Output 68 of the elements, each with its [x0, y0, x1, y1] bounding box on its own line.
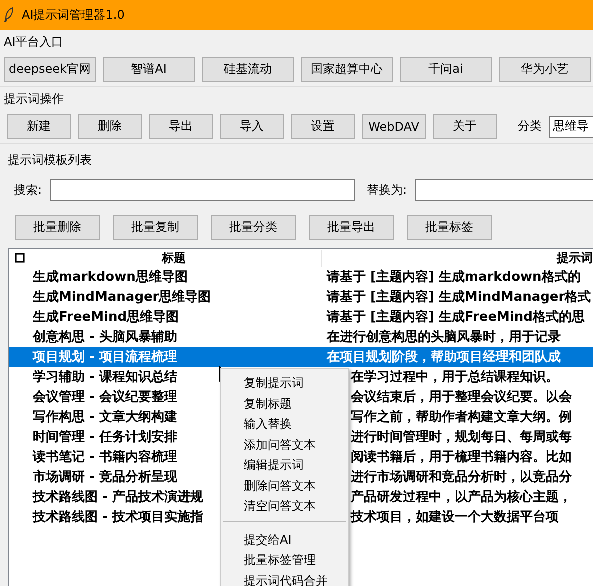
title-cell[interactable]: 技术路线图 - 技术项目实施指 [33, 508, 219, 526]
menu-item[interactable]: 添加问答文本 [221, 434, 348, 455]
checkbox-icon[interactable] [15, 253, 25, 263]
prompt-cell-text: 在项目规划阶段，帮助项目经理和团队成 [327, 349, 562, 366]
title-cell[interactable]: 会议管理 - 会议纪要整理 [33, 388, 219, 406]
group-label: 提示词模板列表 [8, 152, 93, 169]
operation-button[interactable]: 导出 [149, 114, 213, 139]
prompt-cell-text: 技术项目，如建设一个大数据平台项 [351, 509, 560, 526]
platform-button[interactable]: 千问ai [400, 57, 492, 82]
title-cell[interactable]: 读书笔记 - 书籍内容梳理 [33, 448, 219, 466]
search-label: 搜索: [14, 182, 42, 198]
prompt-cell-text: 在学习过程中，用于总结课程知识。 [351, 369, 560, 386]
replace-label: 替换为: [367, 182, 408, 198]
category-label: 分类 [518, 118, 542, 135]
column-header[interactable]: 提示词 [321, 250, 593, 266]
title-cell[interactable]: 生成markdown思维导图 [33, 268, 327, 286]
platform-button[interactable]: 国家超算中心 [301, 57, 393, 82]
menu-item[interactable]: 输入替换 [221, 414, 348, 434]
prompt-cell-text: 阅读书籍后，用于梳理书籍内容。比如 [351, 448, 573, 466]
platform-button[interactable]: 华为小艺 [499, 57, 591, 82]
prompt-cell-text: 写作之前，帮助作者构建文章大纲。例 [351, 408, 573, 426]
feather-icon [4, 7, 14, 23]
prompt-cell-text: 会议结束后，用于整理会议纪要。以会 [351, 388, 573, 406]
prompt-cell-text: 请基于 [主题内容] 生成markdown格式的 [327, 268, 582, 286]
title-cell[interactable]: 生成FreeMind思维导图 [33, 308, 327, 326]
menu-item[interactable]: 删除问答文本 [221, 476, 348, 496]
title-cell[interactable]: 市场调研 - 竞品分析呈现 [33, 468, 219, 486]
prompt-cell-text: 请基于 [主题内容] 生成MindManager格式 [327, 288, 592, 306]
group-label: AI平台入口 [4, 34, 65, 51]
menu-item[interactable]: 批量标签管理 [221, 550, 348, 570]
prompt-cell-text: 产品研发过程中，以产品为核心主题， [351, 488, 573, 506]
menu-item[interactable]: 提交给AI [221, 530, 348, 550]
title-cell[interactable]: 生成MindManager思维导图 [33, 288, 327, 306]
menu-item[interactable]: 复制标题 [221, 394, 348, 414]
operation-button[interactable]: WebDAV [362, 114, 426, 139]
group-label: 提示词操作 [4, 91, 65, 108]
operation-button[interactable]: 设置 [291, 114, 355, 139]
replace-field[interactable] [415, 179, 593, 201]
selected-row-highlight[interactable]: 项目规划 - 项目流程梳理 在项目规划阶段，帮助项目经理和团队成 [9, 347, 593, 367]
title-cell[interactable]: 技术路线图 - 产品技术演进规 [33, 488, 219, 506]
title-cell[interactable]: 写作构思 - 文章大纲构建 [33, 408, 219, 426]
prompt-cell-text: 请基于 [主题内容] 生成FreeMind格式的思 [327, 308, 586, 326]
title-cell[interactable]: 创意构思 - 头脑风暴辅助 [33, 328, 327, 346]
title-cell[interactable]: 学习辅助 - 课程知识总结 [33, 368, 219, 386]
platform-button[interactable]: 硅基流动 [202, 57, 294, 82]
prompt-cell-text: 进行时间管理时，规划每日、每周或每 [351, 429, 573, 446]
window-title: AI提示词管理器1.0 [22, 6, 125, 24]
prompt-cell-text: 进行市场调研和竞品分析时，以竞品分 [351, 468, 573, 486]
menu-item[interactable]: 清空问答文本 [221, 496, 348, 516]
menu-item[interactable]: 编辑提示词 [221, 455, 348, 476]
batch-button[interactable]: 批量导出 [309, 215, 394, 240]
category-dropdown[interactable]: 思维导 [549, 116, 593, 138]
batch-button[interactable]: 批量标签 [407, 215, 492, 240]
batch-button[interactable]: 批量删除 [15, 215, 100, 240]
platform-button[interactable]: deepseek官网 [4, 57, 96, 82]
search-field[interactable] [50, 179, 356, 201]
batch-button[interactable]: 批量分类 [211, 215, 296, 240]
title-cell[interactable]: 时间管理 - 任务计划安排 [33, 428, 219, 446]
prompt-cell-text: 在进行创意构思的头脑风暴时，用于记录 [327, 328, 562, 346]
operation-button[interactable]: 导入 [220, 114, 284, 139]
operation-button[interactable]: 删除 [78, 114, 142, 139]
title-cell[interactable]: 项目规划 - 项目流程梳理 [33, 348, 327, 366]
platform-button[interactable]: 智谱AI [103, 57, 195, 82]
column-header[interactable]: 标题 [31, 250, 321, 266]
operation-button[interactable]: 新建 [7, 114, 71, 139]
operation-button[interactable]: 关于 [433, 114, 497, 139]
menu-item[interactable]: 提示词代码合并 [221, 570, 348, 586]
batch-button[interactable]: 批量复制 [113, 215, 198, 240]
